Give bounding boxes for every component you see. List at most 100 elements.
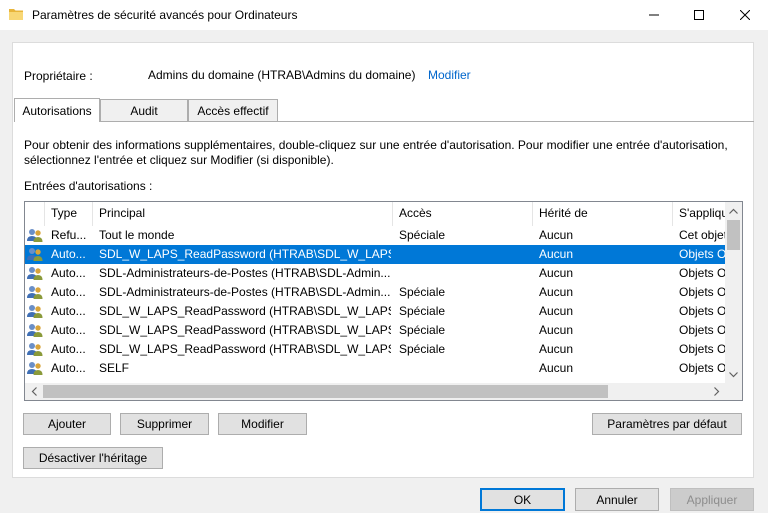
minimize-icon: [649, 14, 659, 16]
add-button[interactable]: Ajouter: [23, 413, 111, 435]
edit-button[interactable]: Modifier: [218, 413, 307, 435]
cell-type: Auto...: [51, 285, 86, 299]
close-button[interactable]: [722, 0, 768, 30]
cell-inherited: Aucun: [539, 342, 574, 356]
vertical-scroll-thumb[interactable]: [727, 220, 740, 250]
table-row[interactable]: Auto... SDL-Administrateurs-de-Postes (HT…: [25, 283, 725, 302]
cell-applies: Objets O: [679, 266, 725, 280]
cell-inherited: Aucun: [539, 323, 574, 337]
users-icon: [27, 324, 43, 337]
table-row[interactable]: Auto... SDL_W_LAPS_ReadPassword (HTRAB\SD…: [25, 321, 725, 340]
apply-button-label: Appliquer: [686, 492, 738, 507]
cell-inherited: Aucun: [539, 266, 574, 280]
list-header: Type Principal Accès Hérité de S'appliqu: [25, 202, 728, 226]
users-icon: [27, 267, 43, 280]
cell-inherited: Aucun: [539, 361, 574, 375]
cell-access: Spéciale: [399, 323, 446, 337]
cell-applies: Objets O: [679, 361, 725, 375]
table-row[interactable]: Auto... SELF Aucun Objets O: [25, 359, 725, 378]
cell-principal: SDL_W_LAPS_ReadPassword (HTRAB\SDL_W_LAP…: [99, 247, 391, 261]
users-icon: [27, 362, 43, 375]
tab-audit[interactable]: Audit: [100, 99, 188, 121]
cell-inherited: Aucun: [539, 247, 574, 261]
permission-entries-list[interactable]: Type Principal Accès Hérité de S'appliqu…: [24, 201, 743, 401]
remove-button-label: Supprimer: [136, 417, 193, 431]
cell-type: Auto...: [51, 361, 86, 375]
cell-principal: SDL_W_LAPS_ReadPassword (HTRAB\SDL_W_LAP…: [99, 304, 391, 318]
cancel-button-label: Annuler: [596, 492, 638, 507]
ok-button[interactable]: OK: [480, 488, 565, 511]
horizontal-scrollbar[interactable]: [25, 383, 725, 400]
remove-button[interactable]: Supprimer: [120, 413, 209, 435]
cell-access: [399, 245, 529, 264]
entries-label: Entrées d'autorisations :: [24, 179, 153, 193]
cell-access: [399, 264, 529, 283]
restore-defaults-label: Paramètres par défaut: [607, 417, 727, 431]
cell-applies: Objets O: [679, 304, 725, 318]
maximize-icon: [694, 10, 704, 20]
disable-inheritance-button[interactable]: Désactiver l'héritage: [23, 447, 163, 469]
cell-type: Refu...: [51, 228, 87, 242]
tab-permissions[interactable]: Autorisations: [14, 98, 100, 122]
cell-applies: Objets O: [679, 323, 725, 337]
users-icon: [27, 305, 43, 318]
cell-principal: Tout le monde: [99, 228, 175, 242]
column-header-type[interactable]: Type: [45, 202, 93, 226]
title-bar: Paramètres de sécurité avancés pour Ordi…: [0, 0, 768, 30]
cell-inherited: Aucun: [539, 285, 574, 299]
maximize-button[interactable]: [676, 0, 722, 30]
scroll-right-button[interactable]: [708, 383, 725, 400]
cell-applies: Objets O: [679, 285, 725, 299]
cell-inherited: Aucun: [539, 304, 574, 318]
cell-access: Spéciale: [399, 304, 446, 318]
column-header-inherited[interactable]: Hérité de: [533, 202, 673, 226]
scroll-down-button[interactable]: [725, 366, 742, 383]
cell-type: Auto...: [51, 266, 86, 280]
table-row[interactable]: Auto... SDL_W_LAPS_ReadPassword (HTRAB\SD…: [25, 340, 725, 359]
tab-effective-access[interactable]: Accès effectif: [188, 99, 278, 121]
scroll-up-button[interactable]: [725, 202, 742, 219]
table-row[interactable]: Auto... SDL-Administrateurs-de-Postes (HT…: [25, 264, 725, 283]
ok-button-label: OK: [513, 492, 532, 507]
tab-label: Accès effectif: [197, 103, 269, 118]
cell-access: Spéciale: [399, 228, 446, 242]
chevron-down-icon: [729, 371, 738, 377]
table-row[interactable]: Refu... Tout le monde Spéciale Aucun Cet obj…: [25, 226, 725, 245]
cell-type: Auto...: [51, 342, 86, 356]
table-row[interactable]: Auto... SDL_W_LAPS_ReadPassword (HTRAB\SD…: [25, 245, 725, 264]
window-title: Paramètres de sécurité avancés pour Ordi…: [32, 8, 298, 22]
users-icon: [27, 343, 43, 356]
disable-inheritance-label: Désactiver l'héritage: [38, 451, 148, 465]
minimize-button[interactable]: [631, 0, 677, 30]
cell-type: Auto...: [51, 247, 86, 261]
horizontal-scroll-thumb[interactable]: [43, 385, 608, 398]
vertical-scrollbar[interactable]: [725, 202, 742, 383]
change-owner-link[interactable]: Modifier: [428, 68, 471, 82]
table-row[interactable]: Auto... SDL_W_LAPS_ReadPassword (HTRAB\SD…: [25, 302, 725, 321]
cell-applies: Cet objet: [679, 228, 725, 242]
info-text: Pour obtenir des informations supplément…: [24, 138, 728, 167]
column-header-access[interactable]: Accès: [393, 202, 533, 226]
cancel-button[interactable]: Annuler: [575, 488, 659, 511]
cell-applies: Objets O: [679, 342, 725, 356]
tab-label: Audit: [130, 103, 158, 118]
add-button-label: Ajouter: [47, 417, 87, 431]
users-icon: [27, 248, 43, 261]
cell-access: [399, 359, 529, 378]
cell-principal: SDL-Administrateurs-de-Postes (HTRAB\SDL…: [99, 266, 391, 280]
cell-access: Spéciale: [399, 342, 446, 356]
cell-inherited: Aucun: [539, 228, 574, 242]
cell-principal: SDL_W_LAPS_ReadPassword (HTRAB\SDL_W_LAP…: [99, 323, 391, 337]
owner-label: Propriétaire :: [24, 69, 93, 83]
owner-value: Admins du domaine (HTRAB\Admins du domai…: [148, 68, 416, 82]
column-header-applies[interactable]: S'appliqu: [673, 202, 733, 226]
chevron-left-icon: [31, 387, 37, 396]
users-icon: [27, 286, 43, 299]
cell-principal: SDL-Administrateurs-de-Postes (HTRAB\SDL…: [99, 285, 391, 299]
close-icon: [740, 10, 750, 20]
column-header-principal[interactable]: Principal: [93, 202, 393, 226]
cell-principal: SELF: [99, 361, 130, 375]
restore-defaults-button[interactable]: Paramètres par défaut: [592, 413, 742, 435]
cell-principal: SDL_W_LAPS_ReadPassword (HTRAB\SDL_W_LAP…: [99, 342, 391, 356]
scroll-left-button[interactable]: [25, 383, 42, 400]
